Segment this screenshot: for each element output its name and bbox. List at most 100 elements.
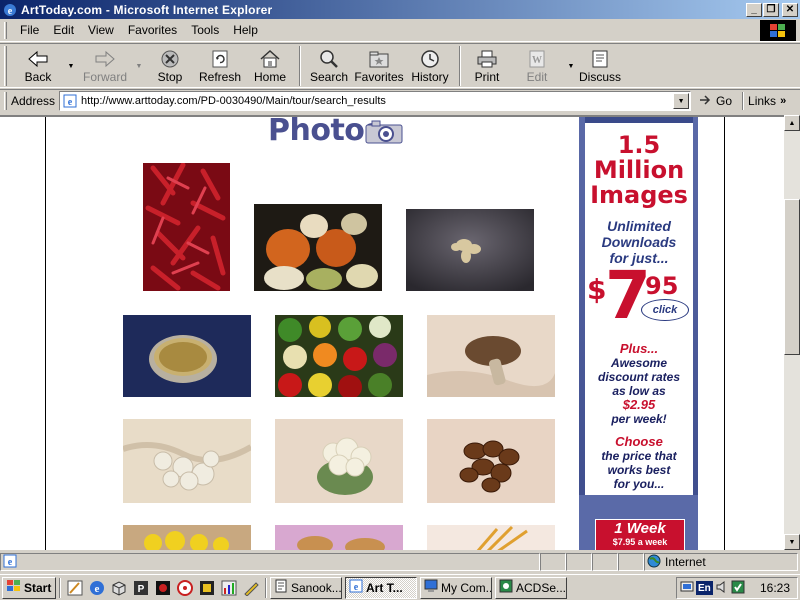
photo-thumbnail-bagels[interactable] [275,525,403,550]
system-tray: En 16:23 [676,577,798,599]
toolbar-grip[interactable] [4,46,7,86]
close-button[interactable]: ✕ [782,2,798,17]
print-button[interactable]: Print [465,44,509,88]
menu-favorites[interactable]: Favorites [121,23,184,37]
address-label: Address [11,94,56,108]
window-title: ArtToday.com - Microsoft Internet Explor… [21,2,273,17]
vertical-scrollbar[interactable]: ▲ ▼ [784,115,800,550]
ad-banner[interactable]: 1.5 Million Images Unlimited Downloads f… [579,117,698,550]
ad-headline-images: Images [590,181,688,209]
address-grip[interactable] [4,92,7,110]
links-button[interactable]: Links [748,94,776,108]
home-button[interactable]: Home [245,44,295,88]
tray-display-icon[interactable] [680,580,694,597]
history-icon [418,48,442,70]
minimize-button[interactable]: _ [746,2,762,17]
quicklaunch-pen-icon[interactable] [66,579,84,597]
menu-help[interactable]: Help [226,23,265,37]
photo-thumbnail-mushrooms-cloth[interactable] [122,419,253,503]
ad-headline-million: Million [593,156,685,184]
menu-file[interactable]: File [13,23,46,37]
photo-thumbnail-pecans[interactable] [427,419,555,503]
address-input[interactable]: e http://www.arttoday.com/PD-0030490/Mai… [59,91,692,111]
tray-app-icon[interactable] [731,580,745,597]
printer-icon [475,48,499,70]
ad-tagline-2: Downloads [601,234,677,250]
scrollbar-thumb[interactable] [784,199,800,355]
restore-button[interactable]: ❐ [763,2,779,17]
scroll-down-button[interactable]: ▼ [784,534,800,550]
back-dropdown-button[interactable]: ▼ [65,44,77,88]
quicklaunch-ie-icon[interactable]: e [88,579,106,597]
taskbar-clock[interactable]: 16:23 [760,581,790,595]
discuss-button[interactable]: Discuss [577,44,623,88]
stop-button[interactable]: Stop [145,44,195,88]
edit-button[interactable]: W Edit [509,44,565,88]
menu-tools[interactable]: Tools [184,23,226,37]
ad-headline-number: 1.5 [617,131,661,159]
svg-text:e: e [95,583,100,595]
links-chevron-icon[interactable]: » [780,95,786,107]
scroll-up-button[interactable]: ▲ [784,115,800,131]
windows-flag-icon [6,579,22,596]
word-edit-icon: W [525,48,549,70]
photo-thumbnail-wheat[interactable] [427,525,555,550]
address-dropdown-button[interactable]: ▼ [673,93,690,109]
forward-dropdown-button[interactable]: ▼ [133,44,145,88]
ie-task-icon: e [349,579,363,596]
photo-thumbnail-chili-peppers[interactable] [143,162,230,291]
taskbar-task-sanook[interactable]: Sanook... [270,576,342,599]
go-arrow-icon [699,94,713,109]
globe-icon [647,554,661,571]
web-page-content: Photos 1.5 Million Images Unlimited Down… [0,115,784,550]
history-button[interactable]: History [405,44,455,88]
photo-thumbnail-vegetables[interactable] [275,315,403,399]
photo-thumbnail-grain-bowl[interactable] [123,315,251,397]
back-button[interactable]: Back [11,44,65,88]
language-indicator[interactable]: En [696,581,713,595]
svg-text:e: e [8,6,13,17]
quicklaunch-image-icon[interactable] [154,579,172,597]
search-button[interactable]: Search [305,44,353,88]
favorites-folder-icon [367,48,391,70]
security-zone-label: Internet [665,555,706,569]
status-bar: e Internet [0,552,800,572]
photo-thumbnail-lemons[interactable] [123,525,251,550]
quicklaunch-box-icon[interactable] [110,579,128,597]
ad-tagline-1: Unlimited [607,218,671,234]
quicklaunch-pencil-icon[interactable] [242,579,260,597]
title-bar[interactable]: e ArtToday.com - Microsoft Internet Expl… [0,0,800,19]
quicklaunch-media-icon[interactable] [176,579,194,597]
photo-thumbnail-cauliflower[interactable] [275,419,403,503]
taskbar-task-acdsee[interactable]: ACDSe... [495,576,567,599]
quicklaunch-chart-icon[interactable] [220,579,238,597]
status-text-pane: e [0,553,540,571]
start-button[interactable]: Start [2,576,56,599]
svg-text:e: e [8,557,13,568]
camera-icon [364,117,404,145]
page-icon: e [62,93,78,109]
quicklaunch-app-icon[interactable]: P [132,579,150,597]
computer-icon [424,579,438,596]
favorites-button[interactable]: Favorites [353,44,405,88]
ad-plus-price: $2.95 [622,397,656,412]
taskbar-task-my-computer[interactable]: My Com... [420,576,492,599]
volume-icon[interactable] [715,580,729,597]
stop-icon [158,48,182,70]
photo-thumbnail-squash[interactable] [254,204,382,291]
go-button[interactable]: Go [699,94,732,109]
ad-click-button[interactable]: click [641,299,689,321]
menu-grip[interactable] [4,21,7,39]
photo-thumbnail-ginger-root[interactable] [406,209,534,291]
ad-choose: Choose [615,434,663,449]
menu-edit[interactable]: Edit [46,23,81,37]
forward-button[interactable]: Forward [77,44,133,88]
photo-thumbnail-mushroom[interactable] [427,315,555,397]
menu-view[interactable]: View [81,23,121,37]
taskbar-task-arttoday[interactable]: e Art T... [345,576,417,599]
refresh-button[interactable]: Refresh [195,44,245,88]
ad-one-week-button[interactable]: 1 Week $7.95 a week [595,519,685,550]
edit-dropdown-button[interactable]: ▼ [565,44,577,88]
svg-text:P: P [138,584,145,595]
quicklaunch-tool-icon[interactable] [198,579,216,597]
